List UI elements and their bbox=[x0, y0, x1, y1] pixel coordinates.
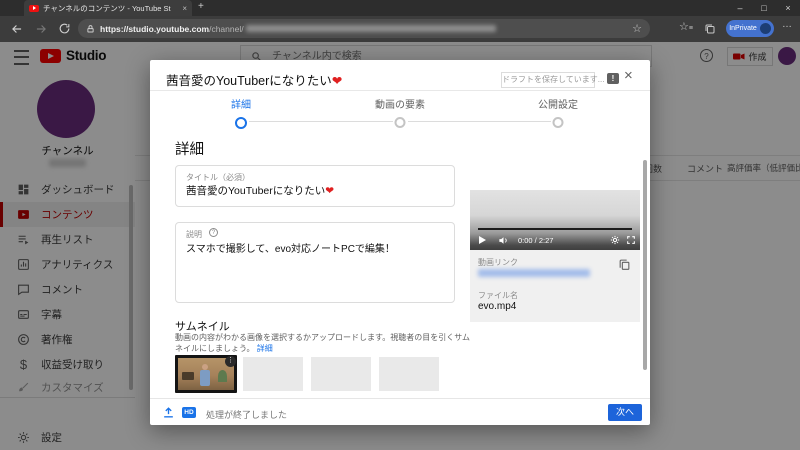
dialog-footer: HD 処理が終了しました 次へ bbox=[150, 398, 650, 426]
window-minimize-button[interactable]: – bbox=[728, 0, 752, 16]
video-player[interactable]: 0:00 / 2:27 bbox=[470, 190, 640, 250]
url-host: https://studio.youtube.com bbox=[100, 23, 210, 34]
video-title-field[interactable]: タイトル（必須） 茜音愛のYouTuberになりたい❤ bbox=[175, 165, 455, 207]
address-bar[interactable]: https://studio.youtube.com /channel/ ☆ bbox=[78, 19, 650, 38]
browser-menu-icon[interactable]: … bbox=[782, 19, 792, 30]
file-name-value: evo.mp4 bbox=[478, 301, 517, 312]
window-maximize-button[interactable]: □ bbox=[752, 0, 776, 16]
video-description-field[interactable]: 説明 ? スマホで撮影して、evo対応ノートPCで編集！ bbox=[175, 222, 455, 303]
thumbnail-placeholder[interactable] bbox=[243, 357, 303, 391]
dialog-scrollbar[interactable] bbox=[643, 160, 647, 370]
dialog-title: 茜音愛のYouTuberになりたい❤ bbox=[166, 74, 343, 88]
description-help-icon[interactable]: ? bbox=[209, 228, 218, 237]
heart-icon: ❤ bbox=[331, 74, 343, 88]
lock-icon bbox=[87, 24, 94, 32]
next-button[interactable]: 次へ bbox=[608, 404, 642, 421]
favorite-star-icon[interactable]: ☆ bbox=[632, 22, 642, 35]
send-feedback-icon[interactable]: ! bbox=[607, 73, 619, 84]
heart-icon: ❤ bbox=[325, 185, 335, 197]
collections-star-icon[interactable]: ☆≡ bbox=[679, 20, 693, 33]
tab-close-icon[interactable]: × bbox=[182, 4, 187, 13]
step-dot[interactable] bbox=[394, 117, 406, 128]
thumbnail-description: 動画の内容がわかる画像を選択するかアップロードします。視聴者の目を引くサムネイル… bbox=[175, 333, 471, 353]
thumbnail-placeholder[interactable] bbox=[379, 357, 439, 391]
thumbnail-placeholder[interactable] bbox=[311, 357, 371, 391]
title-field-value: 茜音愛のYouTuberになりたい❤ bbox=[186, 185, 335, 197]
youtube-favicon-icon bbox=[29, 4, 39, 12]
copy-link-icon[interactable] bbox=[618, 258, 631, 272]
player-progress-bar[interactable] bbox=[478, 228, 632, 230]
forward-icon[interactable] bbox=[34, 22, 48, 36]
url-redacted bbox=[245, 25, 496, 32]
description-field-value: スマホで撮影して、evo対応ノートPCで編集！ bbox=[186, 244, 395, 255]
video-link-label: 動画リンク bbox=[478, 258, 518, 267]
browser-tab[interactable]: チャンネルのコンテンツ - YouTube St × bbox=[24, 0, 192, 16]
video-link-redacted[interactable] bbox=[478, 269, 590, 277]
step-dot-active[interactable] bbox=[235, 117, 247, 129]
upload-dialog: 茜音愛のYouTuberになりたい❤ ドラフトを保存しています... ! × 詳… bbox=[150, 60, 650, 425]
refresh-icon[interactable] bbox=[58, 22, 71, 35]
dialog-close-icon[interactable]: × bbox=[624, 67, 633, 84]
step-details[interactable]: 詳細 bbox=[231, 96, 251, 111]
hd-badge: HD bbox=[182, 407, 196, 418]
video-info-panel: 動画リンク ファイル名 evo.mp4 bbox=[470, 250, 640, 322]
section-heading: 詳細 bbox=[175, 142, 204, 158]
thumbnail-learn-more-link[interactable]: 詳細 bbox=[257, 344, 273, 353]
processing-status: 処理が終了しました bbox=[206, 410, 288, 420]
volume-icon[interactable] bbox=[498, 235, 509, 246]
browser-titlebar: チャンネルのコンテンツ - YouTube St × + – □ × bbox=[0, 0, 800, 16]
tab-title: チャンネルのコンテンツ - YouTube St bbox=[43, 3, 171, 13]
back-icon[interactable] bbox=[10, 22, 24, 36]
inprivate-badge[interactable]: InPrivate bbox=[726, 20, 774, 37]
draft-status-button[interactable]: ドラフトを保存しています... bbox=[501, 72, 604, 88]
url-path: /channel/ bbox=[209, 23, 244, 34]
player-settings-icon[interactable] bbox=[610, 235, 620, 245]
header-divider bbox=[150, 90, 650, 91]
thumbnail-selected[interactable]: ⋮ bbox=[175, 355, 237, 393]
inprivate-label: InPrivate bbox=[729, 25, 757, 32]
description-field-label: 説明 bbox=[186, 230, 202, 239]
player-time: 0:00 / 2:27 bbox=[518, 236, 554, 245]
fullscreen-icon[interactable] bbox=[626, 235, 636, 245]
upload-status-icon bbox=[164, 407, 173, 418]
thumbnail-options-icon[interactable]: ⋮ bbox=[225, 356, 236, 367]
profile-avatar-icon bbox=[759, 23, 771, 34]
step-dot[interactable] bbox=[552, 117, 564, 128]
step-video-elements[interactable]: 動画の要素 bbox=[375, 96, 425, 111]
file-name-label: ファイル名 bbox=[478, 291, 518, 300]
new-tab-button[interactable]: + bbox=[198, 1, 204, 12]
window-close-button[interactable]: × bbox=[776, 0, 800, 16]
title-field-label: タイトル（必須） bbox=[186, 173, 250, 182]
step-visibility[interactable]: 公開設定 bbox=[538, 96, 578, 111]
screenshot-root: チャンネルのコンテンツ - YouTube St × + – □ × https… bbox=[0, 0, 800, 450]
browser-toolbar: https://studio.youtube.com /channel/ ☆ ☆… bbox=[0, 16, 800, 42]
collections-icon[interactable] bbox=[704, 23, 716, 35]
step-line bbox=[408, 121, 551, 122]
step-line bbox=[249, 121, 393, 122]
play-icon[interactable] bbox=[479, 236, 486, 244]
